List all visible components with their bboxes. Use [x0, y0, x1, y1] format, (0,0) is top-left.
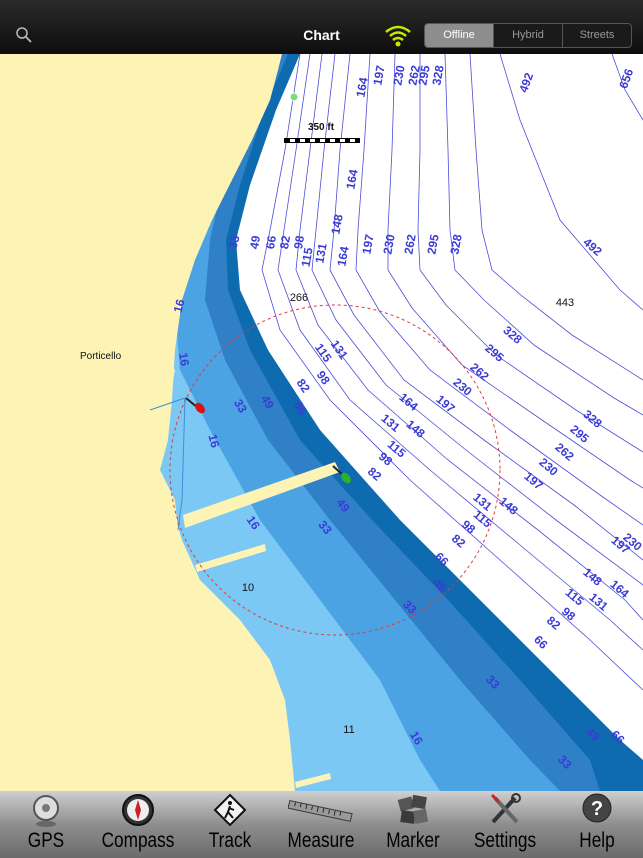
marker-button[interactable]: Marker — [374, 791, 452, 858]
gps-icon — [32, 795, 59, 827]
contour-depth-label: 131 — [378, 411, 403, 435]
compass-label: Compass — [101, 829, 175, 852]
contour-depth-label: 328 — [447, 233, 464, 255]
contour-depth-label: 230 — [380, 233, 397, 255]
compass-button[interactable]: Compass — [99, 791, 177, 858]
contour-depth-label: 197 — [359, 233, 376, 255]
help-button[interactable]: ? Help — [558, 791, 636, 858]
wifi-signal-icon — [385, 25, 411, 47]
settings-label: Settings — [474, 829, 537, 852]
contour-depth-label: 66 — [531, 632, 551, 652]
contour-depth-label: 230 — [450, 375, 475, 399]
contour-depth-label: 197 — [433, 392, 458, 416]
spot-depth-label: 266 — [290, 292, 308, 304]
spot-depth-label: 443 — [556, 297, 574, 309]
contour-depth-label: 295 — [424, 233, 441, 255]
contour-depth-label: 49 — [247, 234, 263, 250]
measure-label: Measure — [287, 829, 355, 852]
chart-canvas[interactable]: 1616161616333333333333494949494966666666… — [0, 54, 643, 791]
place-label: Porticello — [80, 351, 122, 362]
settings-icon — [491, 793, 522, 824]
scale-label: 350 ft — [307, 122, 335, 133]
compass-icon — [121, 794, 154, 826]
contour-depth-label: 328 — [500, 323, 525, 347]
contour-depth-label: 656 — [616, 67, 636, 91]
contour-depth-label: 230 — [536, 455, 561, 479]
spot-depth-label: 10 — [242, 582, 254, 594]
track-icon — [213, 793, 247, 827]
contour-depth-label: 262 — [552, 440, 577, 464]
map-scale: 350 ft — [282, 116, 360, 143]
contour-depth-label: 82 — [365, 464, 384, 484]
contour-depth-label: 295 — [567, 422, 592, 446]
top-bar: Chart Offline Hybrid Streets — [0, 0, 643, 54]
contour-depth-label: 148 — [328, 213, 345, 235]
bottom-toolbar: GPS Compass Track Measure Marker Setting… — [0, 791, 643, 858]
gps-label: GPS — [27, 829, 65, 852]
contour-depth-label: 492 — [516, 71, 536, 95]
contour-depth-label: 82 — [449, 531, 468, 551]
help-label: Help — [579, 829, 615, 852]
scale-bar — [284, 138, 360, 143]
contour-depth-label: 131 — [586, 590, 611, 614]
segment-hybrid[interactable]: Hybrid — [494, 24, 563, 47]
contour-depth-label: 197 — [370, 64, 387, 86]
ruler-icon — [288, 800, 354, 822]
svg-text:?: ? — [591, 798, 603, 820]
nautical-chart[interactable]: 16 16 16 16 16 33 33 33 33 33 33 49 49 49 49 49 66 66 66 66… — [0, 54, 643, 791]
segment-streets[interactable]: Streets — [563, 24, 631, 47]
contour-depth-label: 197 — [521, 469, 546, 493]
map-mode-selector: Offline Hybrid Streets — [424, 23, 632, 48]
contour-depth-label: 16 — [176, 352, 192, 368]
contour-depth-label: 164 — [343, 168, 360, 190]
contour-depth-label: 262 — [467, 360, 492, 384]
marker-label: Marker — [386, 829, 441, 852]
contour-depth-label: 82 — [294, 376, 313, 395]
segment-offline[interactable]: Offline — [425, 24, 494, 47]
contour-depth-label: 164 — [353, 76, 370, 98]
gps-button[interactable]: GPS — [7, 791, 85, 858]
contour-depth-label: 262 — [401, 233, 418, 255]
contour-depth-label: 328 — [429, 64, 446, 86]
contour-depth-label: 33 — [226, 233, 243, 250]
contour-depth-label: 98 — [314, 368, 333, 387]
contour-depth-label: 492 — [580, 235, 605, 259]
help-icon: ? — [582, 793, 612, 823]
contour-depth-label: 164 — [334, 245, 351, 267]
settings-button[interactable]: Settings — [466, 791, 544, 858]
contour-depth-label: 148 — [580, 565, 605, 589]
contour-depth-label: 131 — [312, 242, 329, 264]
track-button[interactable]: Track — [191, 791, 269, 858]
marker-icon — [397, 794, 429, 824]
track-label: Track — [208, 829, 251, 852]
spot-depth-label: 11 — [343, 724, 354, 736]
measure-button[interactable]: Measure — [282, 791, 360, 858]
contour-depth-label: 148 — [403, 417, 428, 441]
contour-depth-label: 164 — [607, 577, 632, 601]
